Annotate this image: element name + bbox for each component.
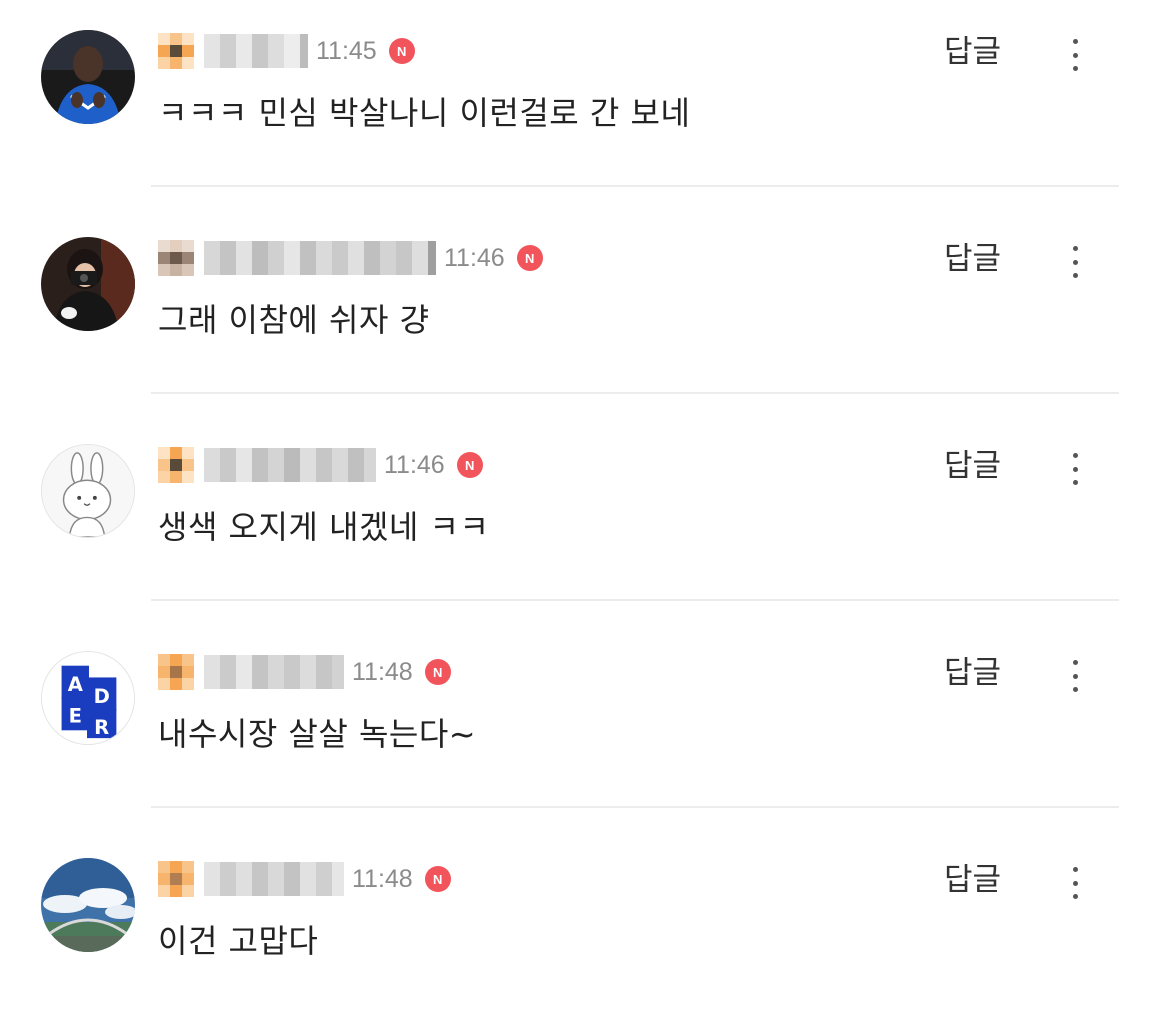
author-name-redacted[interactable]	[204, 655, 344, 689]
ader-letter-a: A	[68, 673, 84, 696]
avatar[interactable]	[41, 237, 135, 331]
comment-text: 그래 이참에 쉬자 걍	[158, 301, 430, 339]
new-badge-icon: N	[516, 245, 543, 271]
new-badge-icon: N	[424, 659, 451, 685]
comment-meta: 11:48 N	[158, 858, 451, 900]
user-level-badge	[158, 861, 194, 897]
new-badge-icon: N	[388, 38, 415, 64]
more-vertical-icon[interactable]	[1058, 657, 1092, 695]
comment-time: 11:46	[384, 450, 445, 479]
comment-time: 11:45	[316, 36, 377, 65]
reply-button[interactable]: 답글	[944, 237, 1001, 281]
comment-time: 11:48	[352, 657, 413, 686]
comment-time: 11:46	[444, 243, 505, 272]
reply-button[interactable]: 답글	[944, 444, 1001, 488]
comment-meta: 11:46 N	[158, 444, 483, 486]
comment-item: 11:48 N 이건 고맙다 답글	[0, 828, 1160, 1034]
comment-item: 11:46 N 그래 이참에 쉬자 걍 답글	[0, 207, 1160, 413]
comment-item: 11:45 N ㅋㅋㅋ 민심 박살나니 이런걸로 간 보네 답글	[0, 0, 1160, 206]
comment-item: A D E R 11:48 N 내수시장 살살 녹는다~ 답글	[0, 621, 1160, 827]
more-vertical-icon[interactable]	[1058, 36, 1092, 74]
new-badge-icon: N	[424, 866, 451, 892]
user-level-badge	[158, 654, 194, 690]
more-vertical-icon[interactable]	[1058, 864, 1092, 902]
author-name-redacted[interactable]	[204, 241, 436, 275]
author-name-redacted[interactable]	[204, 448, 376, 482]
divider	[151, 392, 1119, 394]
divider	[151, 599, 1119, 601]
author-name-redacted[interactable]	[204, 34, 308, 68]
avatar[interactable]: A D E R	[41, 651, 135, 745]
avatar[interactable]	[41, 30, 135, 124]
comment-meta: 11:46 N	[158, 237, 543, 279]
comment-meta: 11:45 N	[158, 30, 415, 72]
reply-button[interactable]: 답글	[944, 30, 1001, 74]
comment-time: 11:48	[352, 864, 413, 893]
reply-button[interactable]: 답글	[944, 651, 1001, 695]
avatar[interactable]	[41, 444, 135, 538]
user-level-badge	[158, 33, 194, 69]
new-badge-icon: N	[456, 452, 483, 478]
comment-text: 이건 고맙다	[158, 922, 319, 960]
more-vertical-icon[interactable]	[1058, 243, 1092, 281]
avatar[interactable]	[41, 858, 135, 952]
comment-text: ㅋㅋㅋ 민심 박살나니 이런걸로 간 보네	[158, 94, 691, 132]
author-name-redacted[interactable]	[204, 862, 344, 896]
ader-letter-e: E	[69, 704, 82, 727]
comment-text: 내수시장 살살 녹는다~	[158, 715, 477, 753]
divider	[151, 185, 1119, 187]
comment-meta: 11:48 N	[158, 651, 451, 693]
more-vertical-icon[interactable]	[1058, 450, 1092, 488]
comment-item: 11:46 N 생색 오지게 내겠네 ㅋㅋ 답글	[0, 414, 1160, 620]
reply-button[interactable]: 답글	[944, 858, 1001, 902]
ader-letter-r: R	[94, 716, 109, 739]
user-level-badge	[158, 240, 194, 276]
comment-text: 생색 오지게 내겠네 ㅋㅋ	[158, 508, 490, 546]
user-level-badge	[158, 447, 194, 483]
divider	[151, 806, 1119, 808]
ader-letter-d: D	[94, 685, 110, 708]
